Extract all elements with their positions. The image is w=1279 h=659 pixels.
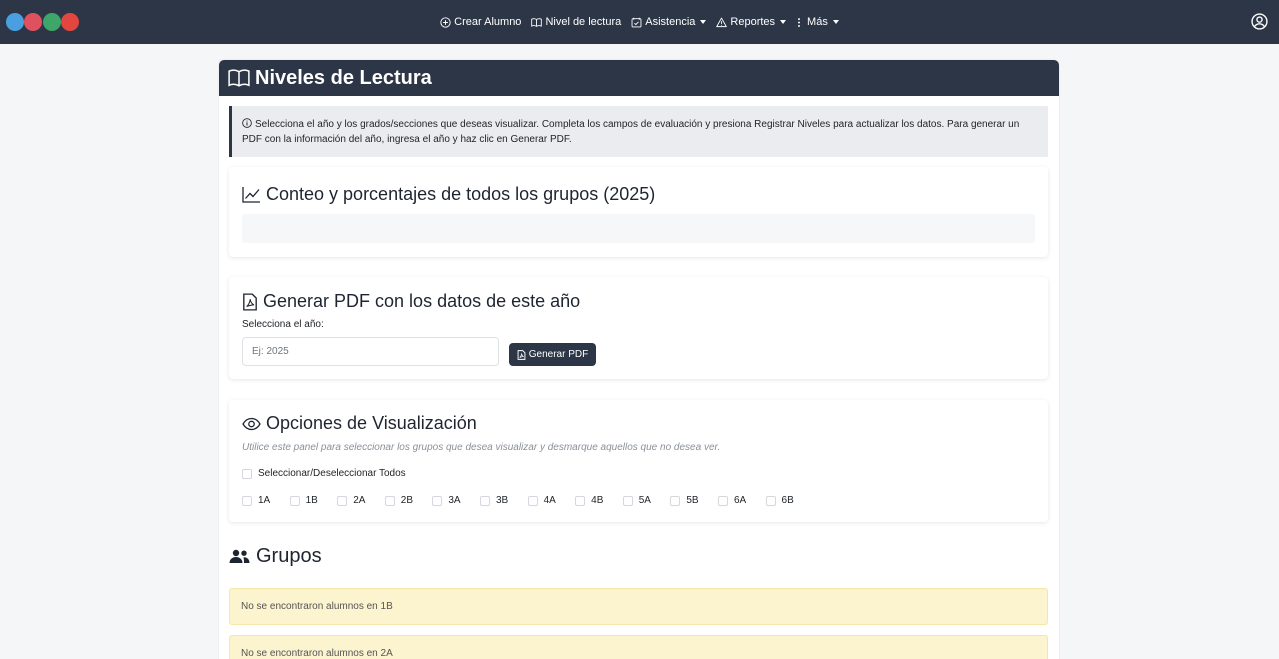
group-checkbox[interactable] [717,495,728,506]
book-icon [531,17,543,27]
group-label: 5A [638,495,651,506]
group-option[interactable]: 4A [527,495,576,506]
group-label: 6A [733,495,747,506]
info-alert: Selecciona el año y los grados/secciones… [229,106,1048,157]
no-students-alert: No se encontraron alumnos en 1B [229,588,1048,625]
nav-menu: Crear Alumno Nivel de lectura Asistencia… [0,0,1279,44]
stats-section-header: Conteo y porcentajes de todos los grupos… [242,184,655,205]
group-option[interactable]: 4B [575,495,623,506]
info-icon [242,118,252,128]
no-students-alert: No se encontraron alumnos en 2A [229,635,1048,659]
generate-pdf-label: Generar PDF [528,349,589,360]
card-header: Niveles de Lectura [219,60,1059,96]
group-label: 1A [258,495,271,506]
group-option[interactable]: 6B [765,495,814,506]
group-option[interactable]: 5B [670,495,718,506]
group-option[interactable]: 1B [289,495,338,506]
nav-asistencia-dropdown[interactable]: Asistencia [626,16,711,28]
warning-icon [716,17,728,27]
chevron-down-icon [700,20,707,24]
group-label: 4A [543,495,556,506]
view-options-hint: Utilice este panel para seleccionar los … [242,442,721,453]
group-label: 6B [781,495,794,506]
pdf-section-title: Generar PDF con los datos de este año [263,291,581,311]
nav-nivel-lectura-label: Nivel de lectura [545,16,622,28]
users-icon [229,549,250,563]
group-checkbox[interactable] [670,495,681,506]
group-checkbox[interactable] [575,495,586,506]
group-checkbox-row: 1A 1B 2A 2B 3A 3B 4A 4B 5A 5B 6A 6B [242,495,813,506]
pdf-section: Generar PDF con los datos de este año Se… [229,277,1048,379]
group-option[interactable]: 5A [622,495,671,506]
group-checkbox[interactable] [289,495,300,506]
info-text: Selecciona el año y los grados/secciones… [242,119,1020,145]
select-all-option[interactable]: Seleccionar/Deseleccionar Todos [242,468,406,479]
groups-header: Grupos [229,545,322,568]
file-pdf-icon [243,292,257,311]
stats-chart-area [242,214,1035,243]
group-option[interactable]: 3B [479,495,528,506]
group-checkbox[interactable] [622,495,633,506]
group-label: 5B [686,495,699,506]
group-label: 3B [495,495,509,506]
chevron-down-icon [780,20,787,24]
top-navbar: Crear Alumno Nivel de lectura Asistencia… [0,0,1279,44]
select-all-label: Seleccionar/Deseleccionar Todos [258,468,406,479]
stats-section: Conteo y porcentajes de todos los grupos… [229,167,1048,257]
groups-title: Grupos [256,545,322,567]
user-circle-icon[interactable] [1251,13,1268,30]
stats-section-title: Conteo y porcentajes de todos los grupos… [266,184,656,204]
nav-crear-alumno[interactable]: Crear Alumno [435,16,526,28]
view-options-title: Opciones de Visualización [266,413,477,433]
vertical-dots-icon [798,17,801,27]
group-option[interactable]: 6A [717,495,766,506]
group-checkbox[interactable] [765,495,776,506]
year-label: Selecciona el año: [242,319,324,330]
group-checkbox[interactable] [242,495,252,506]
group-label: 3A [448,495,461,506]
calendar-check-icon [631,17,642,27]
group-label: 2A [353,495,366,506]
nav-reportes-dropdown[interactable]: Reportes [711,16,791,28]
nav-crear-alumno-label: Crear Alumno [454,16,522,28]
group-option[interactable]: 1A [242,495,290,506]
plus-circle-icon [440,16,451,28]
main-card: Niveles de Lectura Selecciona el año y l… [219,60,1059,659]
group-checkbox[interactable] [337,495,348,506]
group-label: 1B [305,495,318,506]
group-option[interactable]: 3A [432,495,480,506]
nav-nivel-lectura[interactable]: Nivel de lectura [526,16,626,28]
group-label: 2B [400,495,414,506]
select-all-checkbox[interactable] [242,468,252,479]
group-checkbox[interactable] [384,495,395,506]
pdf-section-header: Generar PDF con los datos de este año [242,291,580,312]
group-checkbox[interactable] [479,495,490,506]
group-checkbox[interactable] [527,495,538,506]
view-options-header: Opciones de Visualización [242,413,477,434]
nav-asistencia-label: Asistencia [645,16,696,28]
view-options-section: Opciones de Visualización Utilice este p… [229,400,1048,522]
eye-icon [242,417,261,430]
generate-pdf-button[interactable]: Generar PDF [509,343,596,366]
year-input[interactable] [242,337,499,366]
chevron-down-icon [832,20,839,24]
group-checkbox[interactable] [432,495,443,506]
book-icon [228,69,250,87]
nav-reportes-label: Reportes [730,16,776,28]
group-option[interactable]: 2A [337,495,385,506]
file-pdf-icon [517,349,526,360]
group-option[interactable]: 2B [384,495,433,506]
group-label: 4B [591,495,604,506]
line-chart-icon [242,187,260,203]
nav-mas-label: Más [807,16,828,28]
page-title: Niveles de Lectura [255,66,432,89]
nav-mas-dropdown[interactable]: Más [791,16,844,28]
